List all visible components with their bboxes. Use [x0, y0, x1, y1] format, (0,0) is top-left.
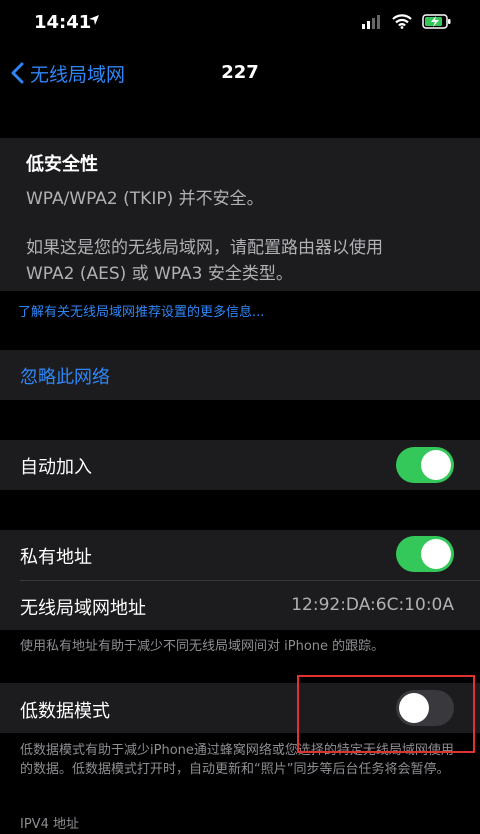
page-title: 227 [221, 62, 259, 83]
status-time: 14:41 [34, 12, 92, 33]
security-warning-title: 低安全性 [26, 154, 98, 175]
auto-join-toggle[interactable] [396, 447, 454, 483]
toggle-knob [421, 539, 451, 569]
cellular-signal-icon [362, 14, 382, 33]
more-info-link[interactable]: 了解有关无线局域网推荐设置的更多信息... [18, 301, 264, 320]
private-address-toggle[interactable] [396, 536, 454, 572]
wifi-address-label: 无线局域网地址 [20, 598, 146, 619]
wifi-icon [392, 14, 412, 33]
forget-network-button[interactable]: 忽略此网络 [20, 363, 110, 389]
ipv4-section-header: IPV4 地址 [20, 817, 79, 832]
security-warning-line1: WPA/WPA2 (TKIP) 并不安全。 [26, 189, 264, 209]
auto-join-label: 自动加入 [20, 457, 92, 478]
highlight-box [297, 675, 475, 753]
divider [20, 580, 480, 581]
low-data-mode-label: 低数据模式 [20, 701, 110, 722]
location-arrow-icon [88, 14, 100, 30]
wifi-address-value: 12:92:DA:6C:10:0A [291, 595, 454, 615]
status-bar: 14:41 [0, 0, 480, 48]
battery-charging-icon [422, 14, 452, 33]
security-warning-line3: WPA2 (AES) 或 WPA3 安全类型。 [26, 264, 293, 284]
private-address-label: 私有地址 [20, 547, 92, 568]
toggle-knob [421, 450, 451, 480]
navigation-bar: 无线局域网 227 [0, 48, 480, 98]
security-warning-line2: 如果这是您的无线局域网，请配置路由器以使用 [26, 238, 383, 258]
private-address-footnote: 使用私有地址有助于减少不同无线局域网间对 iPhone 的跟踪。 [20, 639, 385, 654]
